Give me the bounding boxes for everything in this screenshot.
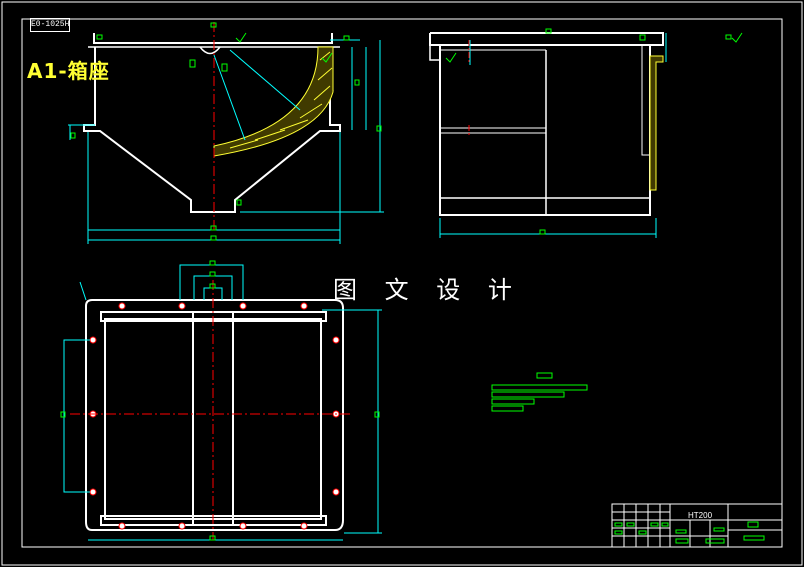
top-view-annotations (60, 260, 380, 541)
top-view-dimensions (63, 264, 382, 541)
material-label: HT200 (688, 511, 713, 520)
tech-requirements (491, 372, 588, 412)
side-view-dimensions (439, 33, 667, 238)
side-view-section (649, 55, 664, 191)
drawing-code-label: E0-1025H (30, 18, 70, 32)
watermark-text: 图 文 设 计 (333, 276, 522, 304)
part-title: A1-箱座 (27, 59, 110, 83)
side-view (429, 32, 664, 216)
top-view (85, 299, 344, 531)
side-view-annotations (445, 28, 743, 235)
top-view-bolt-holes (89, 302, 340, 530)
front-view-section (213, 46, 334, 157)
drawing-sheet: E0-1025H A1-箱座 图 文 设 计 HT200 (0, 0, 804, 567)
